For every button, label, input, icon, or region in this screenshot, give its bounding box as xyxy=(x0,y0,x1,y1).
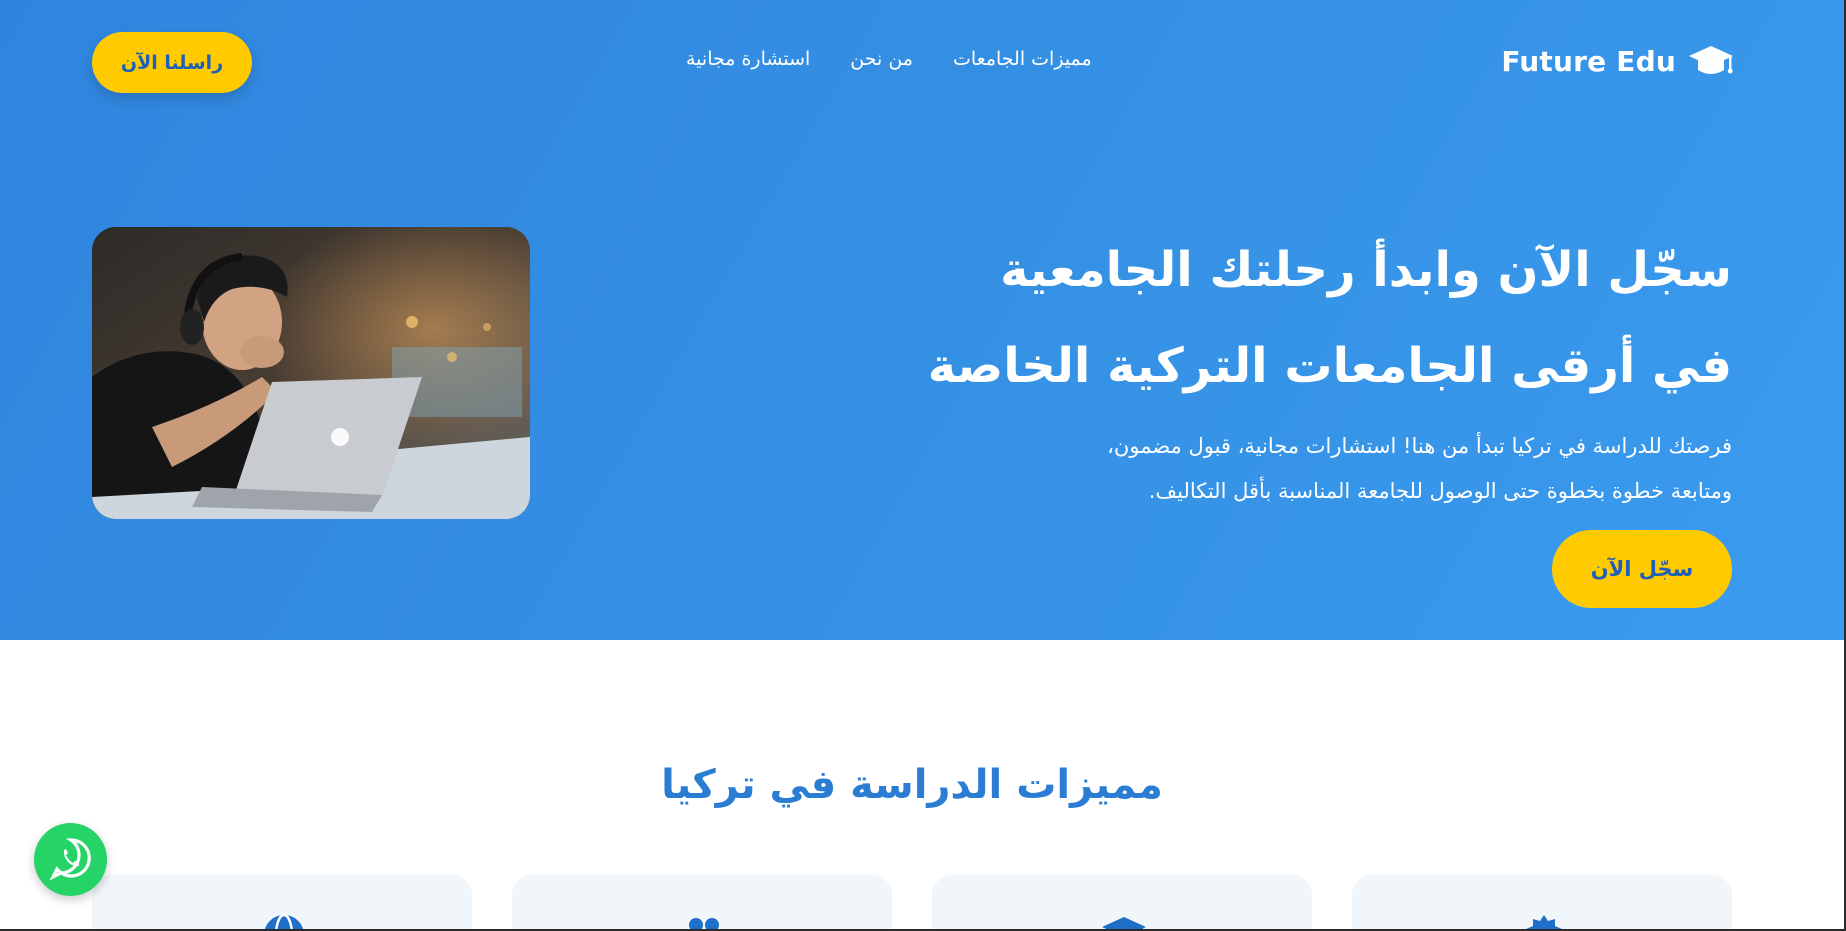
whatsapp-icon xyxy=(48,836,93,884)
register-now-button[interactable]: سجّل الآن xyxy=(1552,530,1732,608)
contact-us-button[interactable]: راسلنا الآن xyxy=(92,32,252,93)
hero-subtitle-line-2: ومتابعة خطوة بخطوة حتى الوصول للجامعة ال… xyxy=(1148,479,1732,503)
feature-card[interactable] xyxy=(932,875,1312,929)
feature-card[interactable] xyxy=(1352,875,1732,929)
whatsapp-button[interactable] xyxy=(34,823,107,896)
features-section-title: مميزات الدراسة في تركيا xyxy=(661,762,1163,808)
hero-subtitle: فرصتك للدراسة في تركيا تبدأ من هنا! استش… xyxy=(872,424,1732,514)
main-nav: مميزات الجامعات من نحن استشارة مجانية xyxy=(686,48,1092,70)
award-icon xyxy=(1522,913,1566,929)
graduation-cap-icon xyxy=(1102,913,1146,929)
student-with-laptop-photo xyxy=(92,227,530,519)
feature-card[interactable] xyxy=(512,875,892,929)
nav-item-free-consultation[interactable]: استشارة مجانية xyxy=(686,48,810,70)
hero-title-line-1: سجّل الآن وابدأ رحلتك الجامعية xyxy=(1000,242,1732,298)
nav-item-about-us[interactable]: من نحن xyxy=(850,48,913,70)
page: Future Edu مميزات الجامعات من نحن استشار… xyxy=(0,0,1846,931)
brand-name: Future Edu xyxy=(1501,44,1676,78)
feature-card[interactable] xyxy=(92,875,472,929)
users-icon xyxy=(682,913,726,929)
hero-title-line-2: في أرقى الجامعات التركية الخاصة xyxy=(927,338,1732,394)
hero-section: Future Edu مميزات الجامعات من نحن استشار… xyxy=(0,0,1844,640)
graduation-cap-icon xyxy=(1688,44,1734,78)
hero-title: سجّل الآن وابدأ رحلتك الجامعية في أرقى ا… xyxy=(912,222,1732,414)
brand-logo[interactable]: Future Edu xyxy=(1501,44,1734,78)
nav-item-university-features[interactable]: مميزات الجامعات xyxy=(953,48,1092,70)
globe-icon xyxy=(262,913,306,929)
hero-subtitle-line-1: فرصتك للدراسة في تركيا تبدأ من هنا! استش… xyxy=(1107,434,1732,458)
